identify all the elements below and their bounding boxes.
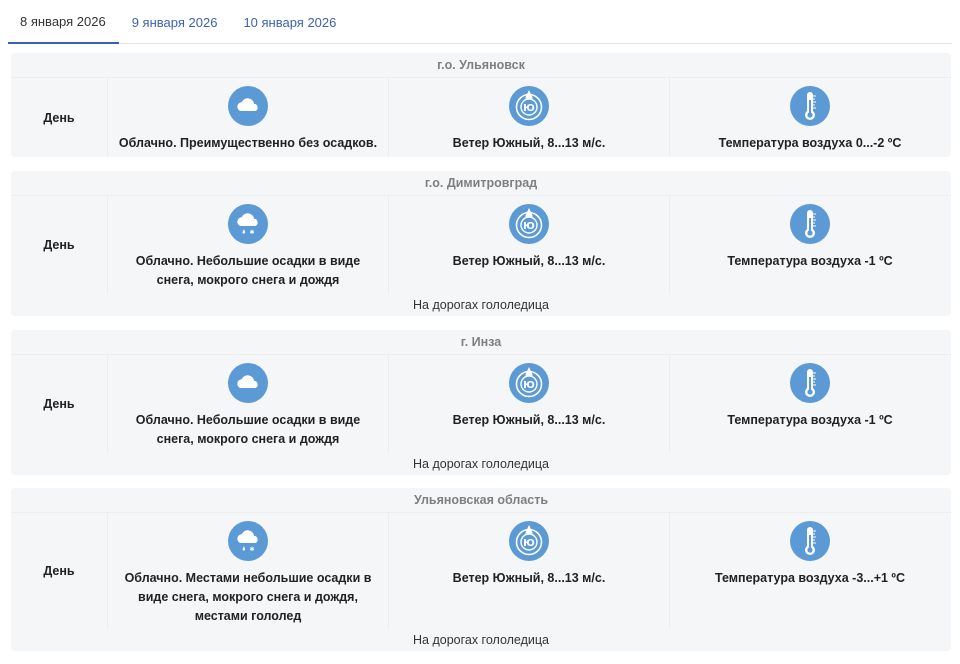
wind-cell: Ю Ветер Южный, 8...13 м/с. bbox=[388, 78, 669, 157]
wind-text: Ветер Южный, 8...13 м/с. bbox=[452, 254, 606, 268]
cloud-cell: Облачно. Небольшие осадки в виде снега, … bbox=[107, 355, 388, 453]
forecast-card-dimitrovgrad: г.о. Димитровград День ✱ Облачно. Неболь… bbox=[11, 171, 951, 316]
cloud-icon bbox=[228, 363, 268, 403]
temp-cell: Температура воздуха -1 ºC bbox=[669, 196, 950, 294]
period-label: День bbox=[43, 238, 75, 252]
wind-dir-letter: Ю bbox=[523, 380, 535, 391]
cloud-rain-snow-icon: ✱ bbox=[228, 204, 268, 244]
thermometer-icon bbox=[790, 363, 830, 403]
cloud-text: Облачно. Местами небольшие осадки в виде… bbox=[124, 571, 372, 623]
card-title: г.о. Димитровград bbox=[11, 171, 951, 196]
wind-cell: Ю Ветер Южный, 8...13 м/с. bbox=[388, 355, 669, 453]
period-label: День bbox=[43, 564, 75, 578]
wind-cell: Ю Ветер Южный, 8...13 м/с. bbox=[388, 513, 669, 629]
temp-text: Температура воздуха 0...-2 ºC bbox=[718, 136, 902, 150]
tab-jan-10[interactable]: 10 января 2026 bbox=[230, 0, 349, 44]
cloud-text: Облачно. Небольшие осадки в виде снега, … bbox=[135, 413, 361, 446]
period-label: День bbox=[43, 397, 75, 411]
card-title: г. Инза bbox=[11, 330, 951, 355]
wind-south-icon: Ю bbox=[509, 204, 549, 244]
cloud-icon bbox=[228, 86, 268, 126]
wind-text: Ветер Южный, 8...13 м/с. bbox=[452, 136, 606, 150]
wind-south-icon: Ю bbox=[509, 363, 549, 403]
thermometer-icon bbox=[790, 521, 830, 561]
wind-cell: Ю Ветер Южный, 8...13 м/с. bbox=[388, 196, 669, 294]
cloud-cell: ✱ Облачно. Местами небольшие осадки в ви… bbox=[107, 513, 388, 629]
wind-dir-letter: Ю bbox=[523, 221, 535, 232]
tab-jan-9[interactable]: 9 января 2026 bbox=[119, 0, 231, 44]
svg-text:✱: ✱ bbox=[249, 229, 254, 236]
temp-text: Температура воздуха -1 ºC bbox=[727, 413, 893, 427]
wind-south-icon: Ю bbox=[509, 86, 549, 126]
road-note: На дорогах гололедица bbox=[413, 457, 549, 471]
forecast-card-inza: г. Инза День Облачно. Небольшие осадки в… bbox=[11, 330, 951, 475]
thermometer-icon bbox=[790, 204, 830, 244]
forecast-card-region: Ульяновская область День ✱ Облачно. Мест… bbox=[11, 488, 951, 651]
cloud-rain-snow-icon: ✱ bbox=[228, 521, 268, 561]
forecast-card-ulyanovsk: г.о. Ульяновск День Облачно. Преимуществ… bbox=[11, 53, 951, 157]
wind-text: Ветер Южный, 8...13 м/с. bbox=[452, 413, 606, 427]
road-note: На дорогах гололедица bbox=[413, 633, 549, 647]
period-label: День bbox=[43, 110, 75, 125]
wind-dir-letter: Ю bbox=[523, 538, 535, 549]
wind-south-icon: Ю bbox=[509, 521, 549, 561]
road-note: На дорогах гололедица bbox=[413, 298, 549, 312]
thermometer-icon bbox=[790, 86, 830, 126]
wind-text: Ветер Южный, 8...13 м/с. bbox=[452, 571, 606, 585]
temp-text: Температура воздуха -1 ºC bbox=[727, 254, 893, 268]
cloud-text: Облачно. Небольшие осадки в виде снега, … bbox=[135, 254, 361, 287]
temp-cell: Температура воздуха -3...+1 ºC bbox=[669, 513, 950, 629]
tab-jan-8[interactable]: 8 января 2026 bbox=[8, 0, 119, 44]
temp-cell: Температура воздуха -1 ºC bbox=[669, 355, 950, 453]
temp-text: Температура воздуха -3...+1 ºC bbox=[714, 571, 906, 585]
card-title: г.о. Ульяновск bbox=[11, 53, 951, 78]
wind-dir-letter: Ю bbox=[523, 103, 535, 114]
temp-cell: Температура воздуха 0...-2 ºC bbox=[669, 78, 950, 157]
card-title: Ульяновская область bbox=[11, 488, 951, 513]
cloud-cell: Облачно. Преимущественно без осадков. bbox=[107, 78, 388, 157]
svg-text:✱: ✱ bbox=[249, 546, 254, 553]
date-tabs: 8 января 2026 9 января 2026 10 января 20… bbox=[8, 0, 952, 44]
cloud-text: Облачно. Преимущественно без осадков. bbox=[118, 136, 378, 150]
cloud-cell: ✱ Облачно. Небольшие осадки в виде снега… bbox=[107, 196, 388, 294]
